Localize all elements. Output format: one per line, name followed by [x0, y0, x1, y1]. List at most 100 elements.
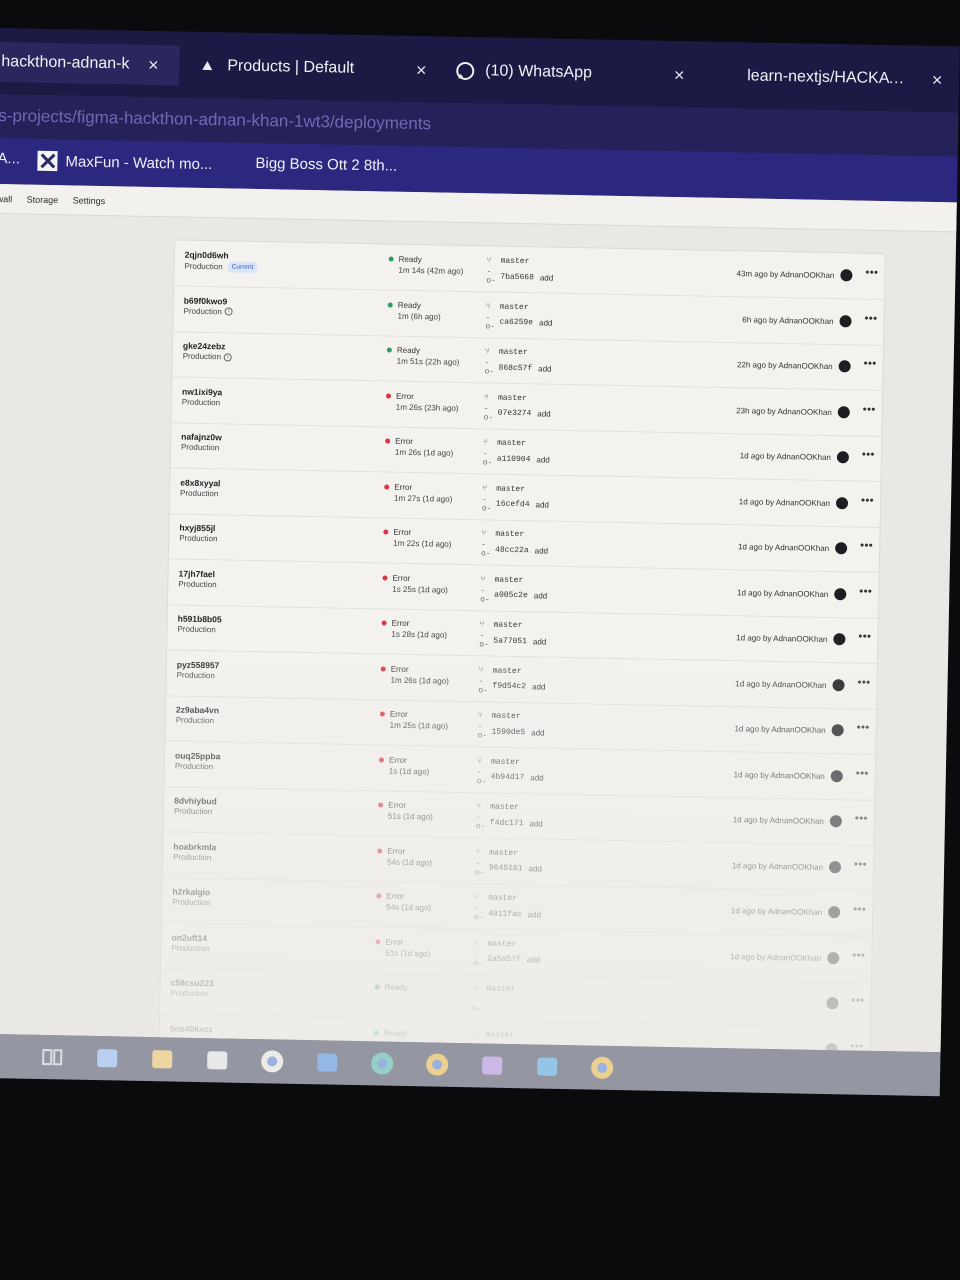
deployment-id[interactable]: 2z9aba4vn — [176, 705, 219, 716]
url-text[interactable]: s-projects/figma-hackthon-adnan-khan-1wt… — [0, 106, 431, 134]
deployment-branch[interactable]: ⑂ master — [480, 620, 523, 630]
avatar[interactable] — [835, 496, 849, 509]
deployment-id[interactable]: ouq25ppba — [175, 750, 221, 761]
deployment-commit[interactable]: -o-a005c2e add — [480, 586, 547, 605]
deployment-id[interactable]: e8x8xyyal — [180, 477, 220, 488]
deployment-branch[interactable]: ⑂ master — [479, 666, 522, 676]
deployment-branch[interactable]: ⑂ master — [476, 802, 519, 812]
deployment-id[interactable]: b69f0kwo9 — [184, 295, 228, 306]
deployment-commit[interactable]: -o- 16cefd4 add — [482, 495, 549, 514]
deployment-branch[interactable]: ⑂ master — [475, 848, 518, 858]
avatar[interactable] — [833, 633, 846, 646]
chrome-icon[interactable] — [588, 1053, 617, 1082]
more-options-icon[interactable]: ••• — [864, 312, 877, 324]
info-icon[interactable]: i — [224, 307, 233, 316]
deployment-id[interactable]: pyz558957 — [177, 659, 220, 670]
more-options-icon[interactable]: ••• — [854, 858, 867, 870]
bookmark-bigg-boss[interactable]: Bigg Boss Ott 2 8th... — [255, 155, 397, 175]
close-tab-icon[interactable]: × — [411, 59, 431, 80]
copilot-icon[interactable] — [93, 1044, 122, 1073]
deployment-id[interactable]: nw1ixi9ya — [182, 386, 222, 397]
store-icon[interactable] — [203, 1046, 232, 1075]
more-options-icon[interactable]: ••• — [856, 767, 869, 779]
more-options-icon[interactable]: ••• — [862, 449, 875, 461]
avatar[interactable] — [828, 860, 842, 873]
avatar[interactable] — [839, 314, 852, 327]
avatar[interactable] — [836, 451, 850, 464]
deployment-commit[interactable]: -o- 07e3274 add — [484, 404, 551, 423]
deployment-branch[interactable]: ⑂ master — [480, 575, 523, 585]
deployment-id[interactable]: nafajnz0w — [181, 432, 222, 443]
more-options-icon[interactable]: ••• — [859, 585, 872, 597]
more-options-icon[interactable]: ••• — [857, 722, 870, 734]
task-view-icon[interactable] — [38, 1043, 67, 1072]
nav-storage[interactable]: Storage — [27, 195, 59, 206]
deployment-branch[interactable]: ⑂ master — [474, 893, 517, 903]
deployment-commit[interactable]: -o-f4dc171 add — [476, 813, 543, 832]
visual-studio-icon[interactable] — [478, 1051, 507, 1080]
deployment-commit[interactable]: -o-ca6259e add — [485, 313, 552, 332]
deployment-id[interactable]: 8dvhiybud — [174, 795, 217, 806]
deployment-branch[interactable]: ⑂ master — [486, 302, 529, 312]
deployment-id[interactable]: hxyj855jl — [179, 523, 215, 534]
deployment-branch[interactable]: ⑂ master — [473, 984, 516, 994]
deployment-commit[interactable]: -o- 48cc22a add — [481, 540, 548, 559]
deployment-commit[interactable]: -o-a110904 add — [483, 449, 550, 468]
deployment-branch[interactable]: ⑂ master — [484, 393, 527, 403]
info-icon[interactable]: i — [223, 352, 233, 362]
chatgpt-icon[interactable] — [258, 1047, 287, 1076]
more-options-icon[interactable]: ••• — [861, 494, 874, 506]
close-tab-icon[interactable]: × — [143, 54, 163, 75]
deployment-commit[interactable]: -o- 4b94d17 add — [477, 768, 544, 787]
deployment-commit[interactable]: -o- 2a5a57f add — [473, 950, 540, 969]
more-options-icon[interactable]: ••• — [855, 813, 868, 825]
edge-icon[interactable] — [368, 1049, 397, 1078]
more-options-icon[interactable]: ••• — [863, 403, 876, 415]
avatar[interactable] — [831, 724, 844, 737]
deployment-id[interactable]: h591b8b05 — [178, 614, 222, 625]
deployment-branch[interactable]: ⑂ master — [473, 939, 516, 949]
deployment-id[interactable]: on2uft14 — [171, 932, 207, 943]
deployment-id[interactable]: 17jh7fael — [178, 568, 215, 579]
more-options-icon[interactable]: ••• — [858, 631, 871, 643]
deployment-branch[interactable]: ⑂ master — [485, 347, 528, 357]
vscode-icon[interactable] — [533, 1052, 562, 1081]
avatar[interactable] — [829, 815, 843, 828]
avatar[interactable] — [835, 542, 848, 555]
more-options-icon[interactable]: ••• — [860, 540, 873, 552]
deployment-branch[interactable]: ⑂ master — [483, 438, 526, 448]
file-explorer-icon[interactable] — [148, 1045, 177, 1074]
more-options-icon[interactable]: ••• — [851, 995, 864, 1007]
chrome-icon[interactable] — [423, 1050, 452, 1079]
avatar[interactable] — [830, 769, 843, 782]
outlook-icon[interactable] — [313, 1048, 342, 1077]
avatar[interactable] — [826, 997, 839, 1010]
avatar[interactable] — [837, 405, 850, 418]
deployment-id[interactable]: hoabrkmla — [173, 841, 216, 852]
avatar[interactable] — [827, 951, 840, 964]
deployment-branch[interactable]: ⑂ master — [481, 529, 524, 539]
bookmark-maxfun[interactable]: MaxFun - Watch mo... — [37, 150, 213, 174]
deployment-commit[interactable]: -o- 4911fac add — [474, 904, 541, 923]
nav-firewall[interactable]: wall — [0, 194, 12, 204]
nav-settings[interactable]: Settings — [73, 195, 106, 206]
deployment-commit[interactable]: -o- 7ba5668 add — [486, 267, 553, 286]
deployment-branch[interactable]: ⑂ master — [478, 711, 521, 721]
deployment-id[interactable]: 2qjn0d6wh — [185, 250, 229, 261]
deployment-branch[interactable]: ⑂ master — [482, 484, 525, 494]
avatar[interactable] — [832, 678, 845, 691]
deployment-commit[interactable]: -o- — [472, 995, 492, 1013]
deployment-id[interactable]: 5no40kxcz — [170, 1023, 213, 1034]
deployment-commit[interactable]: -o- 5a77051 add — [479, 631, 546, 650]
more-options-icon[interactable]: ••• — [864, 358, 877, 370]
deployment-branch[interactable]: ⑂ master — [477, 757, 520, 767]
deployment-id[interactable]: gke24zebz — [183, 341, 226, 352]
deployment-branch[interactable]: ⑂ master — [472, 1030, 515, 1040]
deployment-branch[interactable]: ⑂ master — [487, 256, 530, 266]
tab-products[interactable]: Products | Default × — [197, 46, 432, 90]
more-options-icon[interactable]: ••• — [857, 676, 870, 688]
close-tab-icon[interactable]: × — [927, 69, 947, 90]
deployment-commit[interactable]: -o- 1590de5 add — [477, 722, 544, 741]
avatar[interactable] — [828, 906, 841, 919]
more-options-icon[interactable]: ••• — [865, 267, 878, 279]
